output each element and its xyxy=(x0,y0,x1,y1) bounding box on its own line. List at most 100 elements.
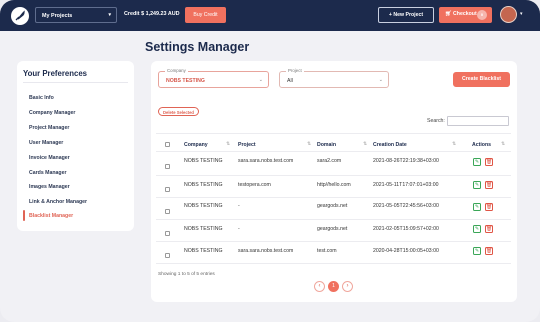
sidebar-item-images-manager[interactable]: Images Manager xyxy=(29,184,70,190)
avatar-chevron-down-icon[interactable]: ▾ xyxy=(520,11,523,17)
cell-creation-date: 2021-05-05T22:45:56+03:00 xyxy=(373,203,439,209)
cell-company: NOBS TESTING xyxy=(184,182,223,188)
company-select-label: Company xyxy=(165,68,188,73)
cell-domain: test.com xyxy=(317,248,337,254)
active-item-marker xyxy=(23,210,25,221)
sidebar-item-invoice-manager[interactable]: Invoice Manager xyxy=(29,155,70,161)
cell-creation-date: 2021-08-26T22:19:38+03:00 xyxy=(373,158,439,164)
column-header-project[interactable]: Project xyxy=(238,142,256,148)
sidebar-item-link-anchor-manager[interactable]: Link & Anchor Manager xyxy=(29,199,87,205)
sort-icon[interactable]: ⇅ xyxy=(452,141,456,147)
cell-project: - xyxy=(238,226,240,232)
row-divider xyxy=(156,197,511,198)
edit-icon[interactable]: ✎ xyxy=(473,158,481,166)
delete-icon[interactable]: 🗑︎ xyxy=(485,181,493,189)
credit-balance: Credit $ 1,249.23 AUD xyxy=(124,11,180,17)
edit-icon[interactable]: ✎ xyxy=(473,247,481,255)
row-divider xyxy=(156,175,511,176)
cell-company: NOBS TESTING xyxy=(184,248,223,254)
checkout-label: Checkout xyxy=(453,11,477,17)
column-header-actions: Actions xyxy=(472,142,492,148)
delete-icon[interactable]: 🗑︎ xyxy=(485,247,493,255)
cell-company: NOBS TESTING xyxy=(184,158,223,164)
entries-info: Showing 1 to 5 of 5 entries xyxy=(158,272,215,277)
row-checkbox[interactable] xyxy=(165,187,170,192)
delete-selected-button[interactable]: Delete Selected xyxy=(158,107,199,116)
table-top-border xyxy=(156,133,511,134)
edit-icon[interactable]: ✎ xyxy=(473,181,481,189)
sidebar-item-project-manager[interactable]: Project Manager xyxy=(29,125,69,131)
cell-creation-date: 2020-04-28T15:00:05+03:00 xyxy=(373,248,439,254)
row-divider xyxy=(156,241,511,242)
cell-company: NOBS TESTING xyxy=(184,226,223,232)
checkout-count-badge: 0 xyxy=(477,10,487,20)
delete-icon[interactable]: 🗑︎ xyxy=(485,225,493,233)
cell-company: NOBS TESTING xyxy=(184,203,223,209)
sidebar-divider xyxy=(23,82,128,83)
sort-icon[interactable]: ⇅ xyxy=(307,141,311,147)
preferences-sidebar: Your Preferences Basic Info Company Mana… xyxy=(17,61,134,231)
rocket-icon xyxy=(15,10,25,21)
chevron-down-icon: ▾ xyxy=(108,12,111,18)
cell-project: - xyxy=(238,203,240,209)
project-dropdown-label: My Projects xyxy=(42,13,73,19)
row-checkbox[interactable] xyxy=(165,209,170,214)
sidebar-title: Your Preferences xyxy=(23,69,87,78)
sidebar-item-cards-manager[interactable]: Cards Manager xyxy=(29,170,66,176)
new-project-button[interactable]: + New Project xyxy=(378,7,434,23)
project-select[interactable]: Project All ⌄ xyxy=(279,68,389,88)
cell-domain: geargods.net xyxy=(317,226,348,232)
cell-creation-date: 2021-02-05T15:09:57+02:00 xyxy=(373,226,439,232)
project-dropdown[interactable]: My Projects ▾ xyxy=(35,7,117,23)
page-1-button[interactable]: 1 xyxy=(328,281,339,292)
blacklist-card: Company NOBS TESTING ⌄ Project All ⌄ Cre… xyxy=(151,61,517,302)
sort-icon[interactable]: ⇅ xyxy=(363,141,367,147)
cell-creation-date: 2021-05-11T17:07:01+03:00 xyxy=(373,182,439,188)
cell-domain: geargods.net xyxy=(317,203,348,209)
checkout-button[interactable]: 🛒︎ Checkout 0 xyxy=(439,7,492,23)
user-avatar[interactable] xyxy=(500,6,517,23)
edit-icon[interactable]: ✎ xyxy=(473,225,481,233)
prev-page-button[interactable]: ‹ xyxy=(314,281,325,292)
top-navbar: My Projects ▾ Credit $ 1,249.23 AUD Buy … xyxy=(0,0,540,31)
select-all-checkbox[interactable] xyxy=(165,142,170,147)
cell-project: testopera.com xyxy=(238,182,271,188)
search-label: Search: xyxy=(427,118,445,124)
app-window: My Projects ▾ Credit $ 1,249.23 AUD Buy … xyxy=(0,0,540,322)
sidebar-item-blacklist-manager[interactable]: Blacklist Manager xyxy=(29,213,73,219)
column-header-creation-date[interactable]: Creation Date xyxy=(373,142,407,148)
delete-icon[interactable]: 🗑︎ xyxy=(485,203,493,211)
create-blacklist-button[interactable]: Create Blacklist xyxy=(453,72,510,87)
row-divider xyxy=(156,263,511,264)
chevron-down-icon: ⌄ xyxy=(258,77,263,83)
search-input[interactable] xyxy=(447,116,509,126)
sidebar-item-basic-info[interactable]: Basic Info xyxy=(29,95,54,101)
cell-domain: http//hello.com xyxy=(317,182,351,188)
cart-icon: 🛒︎ xyxy=(445,11,454,17)
company-select[interactable]: Company NOBS TESTING ⌄ xyxy=(158,68,269,88)
header-divider xyxy=(156,151,511,152)
cell-project: sara.sara.nobs.test.com xyxy=(238,248,294,254)
cell-domain: sara2.com xyxy=(317,158,342,164)
company-select-value: NOBS TESTING xyxy=(166,78,205,84)
project-select-value: All xyxy=(287,78,293,84)
page-title: Settings Manager xyxy=(145,40,250,54)
sort-icon[interactable]: ⇅ xyxy=(226,141,230,147)
cell-project: sara.sara.nobs.test.com xyxy=(238,158,294,164)
edit-icon[interactable]: ✎ xyxy=(473,203,481,211)
buy-credit-button[interactable]: Buy Credit xyxy=(185,7,226,23)
row-checkbox[interactable] xyxy=(165,253,170,258)
sort-icon[interactable]: ⇅ xyxy=(501,141,505,147)
row-divider xyxy=(156,219,511,220)
app-logo[interactable] xyxy=(11,7,29,25)
delete-icon[interactable]: 🗑︎ xyxy=(485,158,493,166)
row-checkbox[interactable] xyxy=(165,164,170,169)
row-checkbox[interactable] xyxy=(165,231,170,236)
sidebar-item-user-manager[interactable]: User Manager xyxy=(29,140,63,146)
column-header-domain[interactable]: Domain xyxy=(317,142,336,148)
sidebar-item-company-manager[interactable]: Company Manager xyxy=(29,110,75,116)
column-header-company[interactable]: Company xyxy=(184,142,208,148)
project-select-label: Project xyxy=(286,68,304,73)
next-page-button[interactable]: › xyxy=(342,281,353,292)
chevron-down-icon: ⌄ xyxy=(378,77,383,83)
